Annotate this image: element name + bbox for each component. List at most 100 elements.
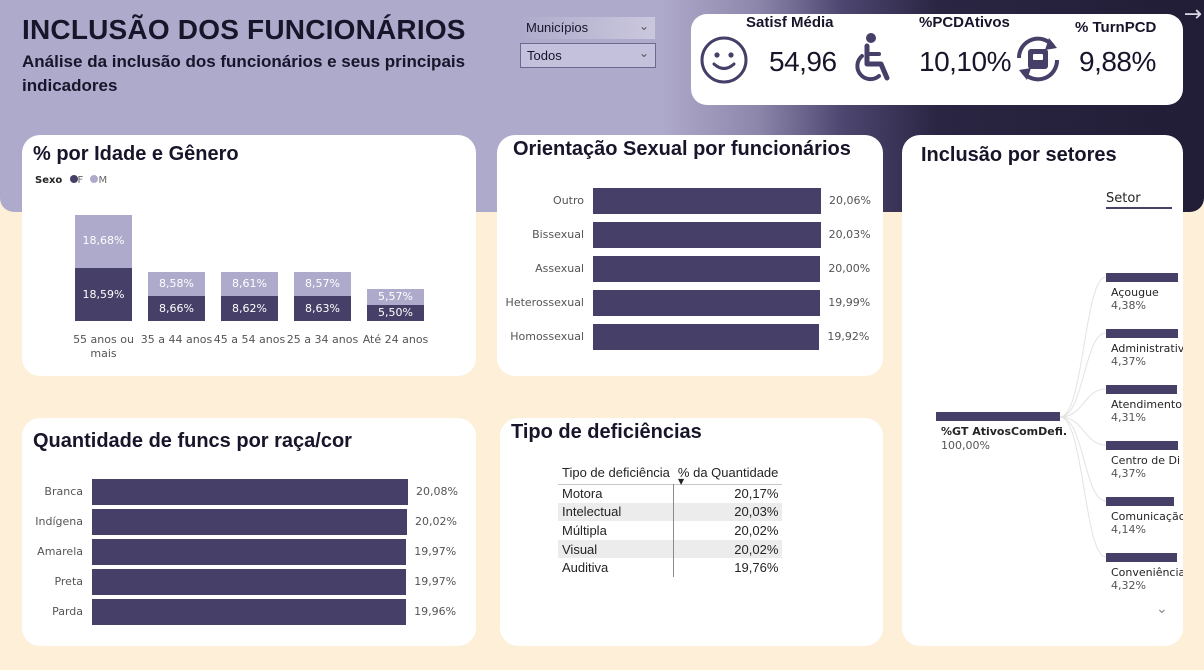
tree-child-value: 4,38% xyxy=(1111,299,1146,312)
turnover-icon xyxy=(1016,36,1060,82)
sort-desc-icon[interactable]: ▼ xyxy=(678,477,684,486)
table-cell: 20,02% xyxy=(673,521,783,540)
setores-tree: %GT AtivosComDefi... 100,00% Açougue 4,38% A… xyxy=(902,135,1183,646)
orientacao-card: Orientação Sexual por funcionários Outro… xyxy=(497,135,883,376)
data-label: 20,08% xyxy=(416,485,458,498)
data-label: 20,03% xyxy=(828,228,871,241)
table-cell: 20,02% xyxy=(673,539,783,559)
tree-child-value: 4,32% xyxy=(1111,579,1146,592)
data-label: 5,50% xyxy=(378,306,413,320)
municipios-dropdown[interactable]: Todos ⌄ xyxy=(520,43,656,68)
kpi-pcd-value: 10,10% xyxy=(919,46,1011,77)
chevron-down-icon[interactable]: ⌄ xyxy=(639,19,649,33)
tree-child-value: 4,14% xyxy=(1111,523,1146,536)
tree-root-value: 100,00% xyxy=(941,439,990,452)
tree-child-bar[interactable] xyxy=(1106,385,1177,394)
chevron-down-icon[interactable]: ⌄ xyxy=(1156,601,1168,617)
smiley-icon xyxy=(700,36,748,84)
tick-label: 45 a 54 anos xyxy=(213,333,286,346)
data-label: 19,92% xyxy=(827,330,870,343)
chevron-down-icon[interactable]: ⌄ xyxy=(639,46,649,60)
bar[interactable] xyxy=(92,479,408,505)
data-label: 20,06% xyxy=(829,194,871,207)
tree-child-bar[interactable] xyxy=(1106,497,1175,506)
table-cell: Auditiva xyxy=(562,560,609,576)
tick-label: Heterossexual xyxy=(505,296,584,309)
bar[interactable] xyxy=(92,569,407,595)
column-header[interactable]: Tipo de deficiência xyxy=(558,462,674,484)
data-label: 8,63% xyxy=(305,301,340,315)
tick-label: Homossexual xyxy=(510,330,584,343)
bar[interactable] xyxy=(92,539,407,565)
page-subtitle: Análise da inclusão dos funcionários e s… xyxy=(22,52,466,95)
table-row[interactable]: Múltipla 20,02% xyxy=(558,521,783,540)
bar[interactable] xyxy=(593,290,821,316)
data-label: 18,68% xyxy=(82,234,125,248)
data-label: 20,00% xyxy=(828,262,871,275)
tree-child-value: 4,37% xyxy=(1111,467,1146,480)
kpi-turn-label: % TurnPCD xyxy=(1075,19,1157,36)
tree-child-label: Atendimento xyxy=(1111,398,1182,411)
tick-label: Indígena xyxy=(35,515,83,528)
slicer-title[interactable]: Municípios ⌄ xyxy=(520,17,655,39)
table-cell: 20,03% xyxy=(673,502,783,522)
bar[interactable] xyxy=(593,222,821,248)
tree-child-value: 4,37% xyxy=(1111,355,1146,368)
tree-child-bar[interactable] xyxy=(1106,329,1178,338)
data-label: 8,62% xyxy=(232,301,267,315)
tree-child-label: Açougue xyxy=(1111,286,1159,299)
tick-label: 35 a 44 anos xyxy=(140,333,213,346)
table-cell: Múltipla xyxy=(562,522,607,538)
bar[interactable] xyxy=(593,188,821,214)
idade-genero-plot: 18,59% 18,68% 55 anos ou mais 8,66% 8,58% 35 … xyxy=(22,135,476,376)
tree-child-bar[interactable] xyxy=(1106,553,1177,562)
tick-label: Preta xyxy=(54,575,83,588)
data-label: 5,57% xyxy=(378,290,413,304)
kpi-card: Satisf Média 54,96 %PCDAtivos 10,10% % T… xyxy=(691,14,1183,105)
wheelchair-icon xyxy=(855,33,890,82)
tick-label: Branca xyxy=(44,485,83,498)
tree-child-label: Comunicação xyxy=(1111,510,1183,523)
deficiencias-title: Tipo de deficiências xyxy=(511,421,702,443)
data-label: 20,02% xyxy=(415,515,457,528)
tick-label: Parda xyxy=(52,605,83,618)
tick-label: 55 anos ou mais xyxy=(73,333,134,360)
tree-child-bar[interactable] xyxy=(1106,441,1178,450)
table-cell: Motora xyxy=(562,486,603,502)
tick-label: Assexual xyxy=(535,262,584,275)
table-cell: 19,76% xyxy=(673,558,783,577)
kpi-satisfacao-label: Satisf Média xyxy=(746,14,834,31)
data-label: 18,59% xyxy=(82,287,125,301)
data-label: 8,61% xyxy=(232,277,267,291)
bar[interactable] xyxy=(593,256,821,282)
bar[interactable] xyxy=(92,509,408,535)
table-row[interactable]: Motora 20,17% xyxy=(558,484,783,503)
tree-child-label: Centro de Di xyxy=(1111,454,1181,467)
table-cell: 20,17% xyxy=(673,484,783,503)
table-row[interactable]: Visual 20,02% xyxy=(558,539,783,559)
bar[interactable] xyxy=(92,599,407,625)
data-label: 8,57% xyxy=(305,277,340,291)
tree-child-label: Administrativo xyxy=(1111,342,1183,355)
tree-root-bar[interactable] xyxy=(936,412,1060,421)
slicer-label: Municípios xyxy=(526,20,589,35)
tick-label: Amarela xyxy=(37,545,83,558)
arrow-right-icon[interactable]: → xyxy=(1184,2,1202,27)
bar[interactable] xyxy=(593,324,820,350)
data-label: 8,58% xyxy=(159,277,194,291)
tick-label: Bissexual xyxy=(532,228,584,241)
deficiencias-card: Tipo de deficiências Tipo de deficiência… xyxy=(500,418,883,646)
tick-label: 25 a 34 anos xyxy=(286,333,359,346)
column-header[interactable]: % da Quantidade xyxy=(674,462,782,484)
page-title: INCLUSÃO DOS FUNCIONÁRIOS xyxy=(22,14,466,45)
data-label: 19,99% xyxy=(828,296,871,309)
kpi-turn-value: 9,88% xyxy=(1079,46,1156,77)
orientacao-plot: Outro 20,06% Bissexual 20,03% Assexual 20,00%… xyxy=(497,135,883,376)
idade-genero-card: % por Idade e Gênero Sexo F M 18,59% 18,6… xyxy=(22,135,476,376)
table-row[interactable]: Auditiva 19,76% xyxy=(558,558,783,577)
table-row[interactable]: Intelectual 20,03% xyxy=(558,502,783,522)
raca-plot: Branca 20,08% Indígena 20,02% Amarela 19,97% P… xyxy=(22,418,476,646)
tree-child-bar[interactable] xyxy=(1106,273,1178,282)
kpi-satisfacao-value: 54,96 xyxy=(769,46,837,77)
setores-card: Inclusão por setores Setor %GT AtivosCom… xyxy=(902,135,1183,646)
